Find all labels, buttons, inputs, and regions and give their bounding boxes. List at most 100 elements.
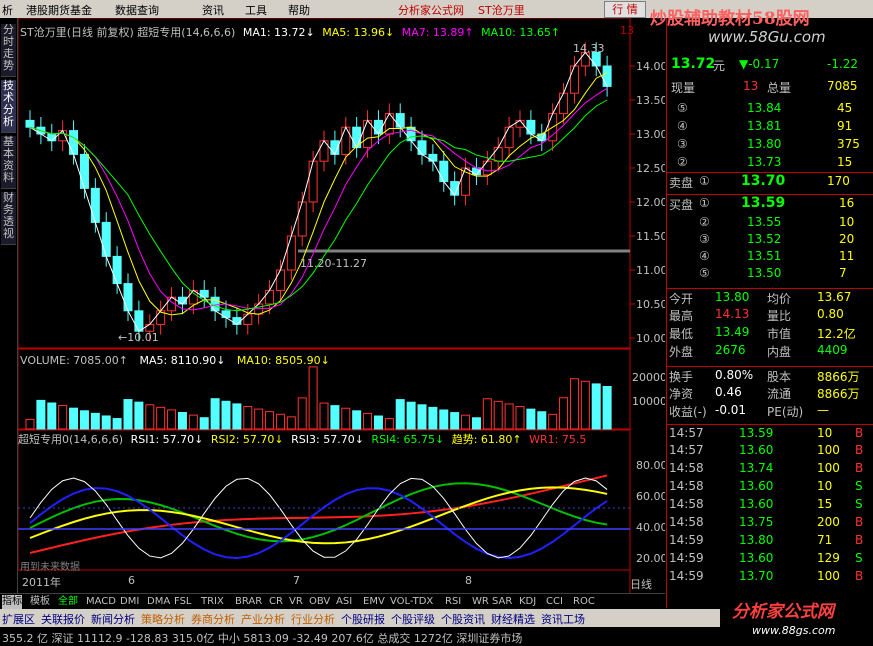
indicator-tab[interactable]: TRIX xyxy=(201,595,224,609)
indicator-tab[interactable]: ASI xyxy=(336,595,352,609)
indicator-tab[interactable]: FSL xyxy=(174,595,192,609)
price-tick-label: 13.00 xyxy=(636,128,665,141)
indicator-tab[interactable]: MACD xyxy=(86,595,116,609)
bottom-tab[interactable]: 个股评级 xyxy=(391,611,435,627)
candle-body xyxy=(90,187,100,223)
buy1-price: 13.59 xyxy=(741,195,786,211)
chart-area[interactable]: 14.00 13.50 13.00 12.50 12.00 11.50 11.00 10.50… xyxy=(18,18,665,593)
indicator-tab[interactable]: VOL-TDX xyxy=(390,595,433,609)
indicator-tab[interactable]: CCI xyxy=(546,595,563,609)
bottom-tab[interactable]: 关联报价 xyxy=(41,611,85,627)
bottom-tab[interactable]: 产业分析 xyxy=(241,611,285,627)
zongliang-value: 7085 xyxy=(827,79,858,93)
bottom-tab[interactable]: 券商分析 xyxy=(191,611,235,627)
sell-level-row: ② 13.73 15 xyxy=(667,154,873,171)
trend-label: 趋势: 61.80↑ xyxy=(451,433,522,446)
menu-item-tools[interactable]: 工具 xyxy=(245,2,267,18)
candle-body xyxy=(101,221,111,257)
price-axis: 14.0013.5013.0012.5012.0011.5011.0010.50… xyxy=(630,60,665,345)
indicator-tab[interactable]: VR xyxy=(289,595,303,609)
indicator-tab[interactable]: DMI xyxy=(120,595,139,609)
title-link-site[interactable]: 分析家公式网 xyxy=(398,2,464,18)
indicator-axis: 80.00 60.00 40.00 20.00 xyxy=(636,459,665,565)
bottom-tab[interactable]: 行业分析 xyxy=(291,611,335,627)
indicator-tab[interactable]: DMA xyxy=(147,595,170,609)
volume-bar xyxy=(515,406,525,430)
level-price: 13.51 xyxy=(747,249,782,263)
watermark-bottom-text: 分析家公式网 xyxy=(732,602,834,622)
title-link-stock[interactable]: ST沧万里 xyxy=(478,2,525,18)
menu-item-help[interactable]: 帮助 xyxy=(288,2,310,18)
stat-value-2: 8866万 xyxy=(817,370,860,384)
buy1-row: 买盘 ① 13.59 16 xyxy=(667,194,873,212)
bottom-tab[interactable]: 个股资讯 xyxy=(441,611,485,627)
indicator-tab[interactable]: CR xyxy=(269,595,283,609)
bottom-tab[interactable]: 财经精选 xyxy=(491,611,535,627)
indicator-tab[interactable]: EMV xyxy=(363,595,385,609)
volume-bar xyxy=(341,407,351,430)
volume-bar xyxy=(79,410,89,430)
candle-body xyxy=(79,153,89,189)
tab-fundamentals[interactable]: 基本资料 xyxy=(1,136,16,189)
indicator-tab[interactable]: ROC xyxy=(573,595,595,609)
indicator-tab[interactable]: BRAR xyxy=(235,595,262,609)
volume-bar xyxy=(134,401,144,430)
volume-bar xyxy=(199,417,209,430)
indicator-tab[interactable]: KDJ xyxy=(519,595,536,609)
tab-intraday[interactable]: 分时走势 xyxy=(1,24,16,77)
tick-vol: 10 xyxy=(817,479,833,493)
indicator-tab[interactable]: RSI xyxy=(445,595,461,609)
bottom-tab[interactable]: 新闻分析 xyxy=(91,611,135,627)
vol-ma10-label: MA10: 8505.90↓ xyxy=(236,354,330,367)
candle-body xyxy=(439,160,449,183)
stat-value: 13.80 xyxy=(715,290,750,304)
bottom-tab[interactable]: 个股研报 xyxy=(341,611,385,627)
tick-price: 13.60 xyxy=(739,479,774,493)
menu-item-news[interactable]: 资讯 xyxy=(202,2,224,18)
indicator-tab[interactable]: 模板 xyxy=(30,595,50,609)
indicator-tab[interactable]: SAR xyxy=(492,595,512,609)
volume-bar xyxy=(373,415,383,430)
bottom-tab[interactable]: 扩展区 xyxy=(2,611,35,627)
ma-lines xyxy=(29,51,608,332)
indicator-tab[interactable]: WR xyxy=(472,595,489,609)
price-tick-label: 11.50 xyxy=(636,230,665,243)
trade-button[interactable]: 行 情 xyxy=(604,1,646,18)
zongliang-label: 总量 xyxy=(767,81,792,95)
candle-body xyxy=(559,92,569,115)
indicator-tab[interactable]: 全部 xyxy=(58,595,78,609)
indicator-tab[interactable]: 指标 xyxy=(2,595,22,609)
volume-bar xyxy=(559,397,569,430)
volume-bar xyxy=(526,408,536,430)
volume-bar xyxy=(145,404,155,430)
low-price-label: ←10.01 xyxy=(118,331,159,344)
tab-financials[interactable]: 财务透视 xyxy=(1,192,16,245)
tick-time: 14:59 xyxy=(669,533,704,547)
indicator-tab[interactable]: OBV xyxy=(309,595,330,609)
tick-side: B xyxy=(855,515,864,529)
kline-chart-svg[interactable]: 14.0013.5013.0012.5012.0011.5011.0010.50… xyxy=(18,18,665,593)
tick-row: 14:57 13.59 10 B xyxy=(667,424,873,442)
bottom-tab[interactable]: 策略分析 xyxy=(141,611,185,627)
volume-bar xyxy=(580,380,590,430)
x-axis-year: 2011年 xyxy=(22,576,61,589)
volume-bar xyxy=(602,386,612,430)
stat-value-2: — xyxy=(817,403,829,417)
menu-item-hk-futures[interactable]: 港股期货基金 xyxy=(26,2,92,18)
bottom-tab[interactable]: 资讯工场 xyxy=(541,611,585,627)
tab-technical[interactable]: 技术分析 xyxy=(1,80,16,133)
menu-item-data-query[interactable]: 数据查询 xyxy=(115,2,159,18)
volume-bar xyxy=(297,397,307,430)
vol-ma5-label: MA5: 8110.90↓ xyxy=(139,354,226,367)
stat-row: 净资 0.46 流通 8866万 xyxy=(667,384,873,401)
tick-time: 14:58 xyxy=(669,497,704,511)
level-vol: 10 xyxy=(839,215,855,229)
candle-body xyxy=(25,119,35,128)
period-label[interactable]: 日线 xyxy=(630,576,652,592)
menu-item-analysis[interactable]: 析 xyxy=(2,2,13,18)
candle-body xyxy=(602,65,612,87)
level-price: 13.50 xyxy=(747,266,782,280)
stat-label: 收益(-) xyxy=(669,405,707,419)
volume-bar xyxy=(363,412,373,430)
stat-label-2: 内盘 xyxy=(767,345,792,359)
